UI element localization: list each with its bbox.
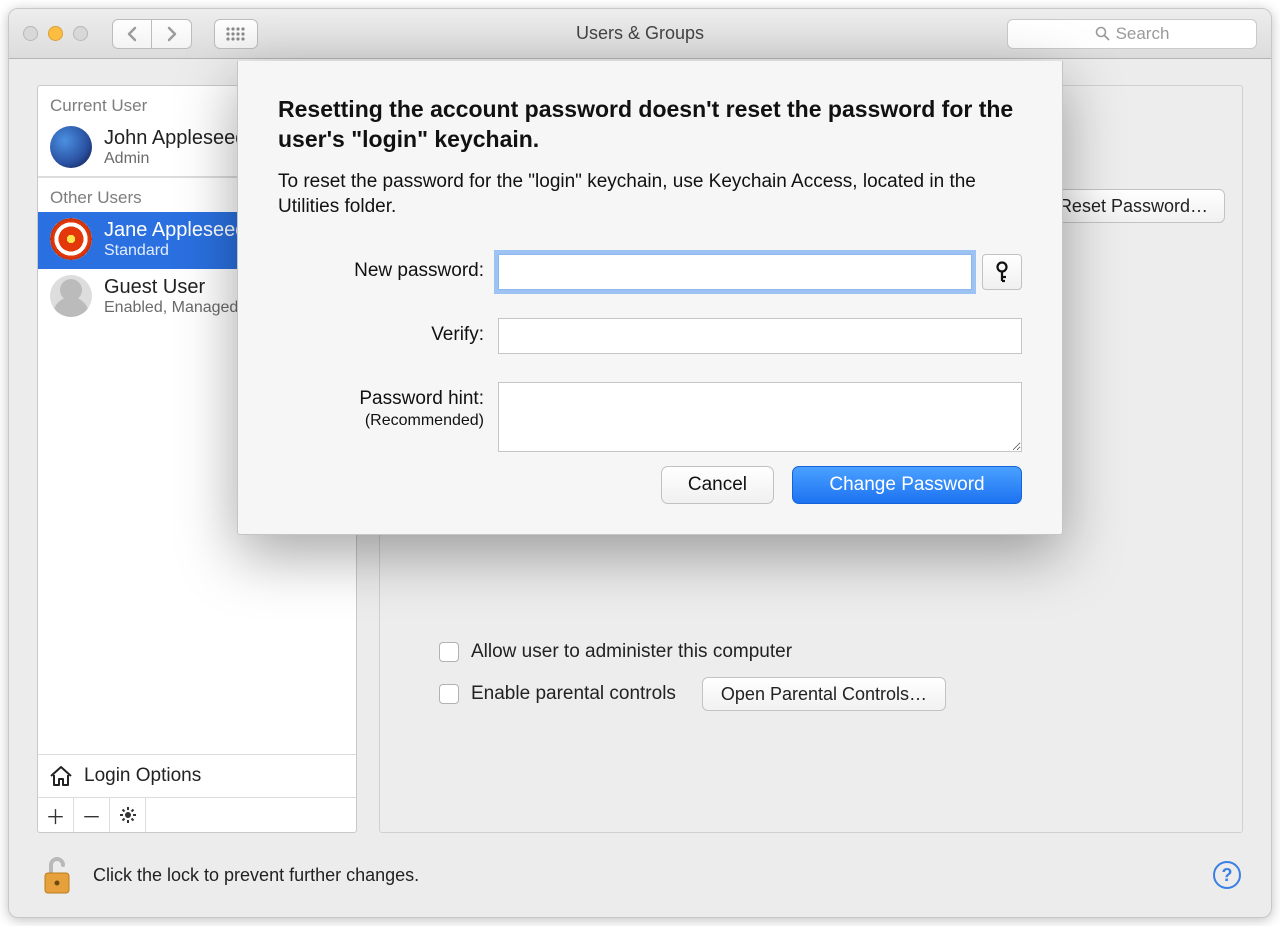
key-icon	[994, 261, 1010, 283]
search-icon	[1095, 26, 1110, 41]
user-name: John Appleseed	[104, 127, 246, 150]
user-role: Admin	[104, 150, 246, 168]
sheet-button-row: Cancel Change Password	[278, 466, 1022, 504]
add-user-button[interactable]: ＋	[38, 798, 74, 832]
allow-admin-label: Allow user to administer this computer	[471, 641, 792, 663]
forward-button[interactable]	[152, 19, 192, 49]
login-options-row[interactable]: Login Options	[38, 754, 356, 797]
password-hint-input[interactable]	[498, 382, 1022, 452]
lock-hint-text: Click the lock to prevent further change…	[93, 865, 419, 886]
verify-password-input[interactable]	[498, 318, 1022, 354]
window-controls	[23, 26, 88, 41]
action-gear-button[interactable]	[110, 798, 146, 832]
window-footer: Click the lock to prevent further change…	[9, 833, 1271, 917]
password-form: New password: Verify:	[278, 254, 1022, 452]
unlocked-lock-icon[interactable]	[39, 853, 75, 897]
sheet-heading: Resetting the account password doesn't r…	[278, 95, 1022, 155]
change-password-button[interactable]: Change Password	[792, 466, 1022, 504]
minimize-window-button[interactable]	[48, 26, 63, 41]
user-role: Standard	[104, 242, 246, 260]
zoom-window-button[interactable]	[73, 26, 88, 41]
enable-parental-label: Enable parental controls	[471, 683, 676, 705]
new-password-row: New password:	[278, 254, 1022, 290]
verify-row: Verify:	[278, 318, 1022, 354]
avatar-silhouette-icon	[50, 275, 92, 317]
password-assistant-button[interactable]	[982, 254, 1022, 290]
user-name: Jane Appleseed	[104, 219, 246, 242]
verify-label: Verify:	[278, 318, 498, 346]
home-icon	[48, 763, 74, 789]
show-all-button[interactable]	[214, 19, 258, 49]
allow-admin-row: Allow user to administer this computer	[439, 641, 946, 663]
avatar-globe-icon	[50, 126, 92, 168]
cancel-button[interactable]: Cancel	[661, 466, 774, 504]
back-button[interactable]	[112, 19, 152, 49]
reset-password-button[interactable]: Reset Password…	[1042, 189, 1225, 223]
titlebar: Users & Groups Search	[9, 9, 1271, 59]
help-button[interactable]: ?	[1213, 861, 1241, 889]
permissions-checkboxes: Allow user to administer this computer E…	[439, 641, 946, 711]
hint-sublabel: (Recommended)	[278, 412, 484, 430]
login-options-label: Login Options	[84, 765, 201, 787]
new-password-label: New password:	[278, 254, 498, 282]
close-window-button[interactable]	[23, 26, 38, 41]
hint-label: Password hint: (Recommended)	[278, 382, 498, 430]
nav-buttons	[112, 19, 192, 49]
allow-admin-checkbox[interactable]	[439, 642, 459, 662]
search-field[interactable]: Search	[1007, 19, 1257, 49]
sheet-subtext: To reset the password for the "login" ke…	[278, 169, 1022, 220]
reset-password-sheet: Resetting the account password doesn't r…	[237, 61, 1063, 535]
remove-user-button[interactable]: －	[74, 798, 110, 832]
hint-row: Password hint: (Recommended)	[278, 382, 1022, 452]
search-placeholder: Search	[1116, 24, 1170, 44]
gear-icon	[119, 806, 137, 824]
sidebar-toolbar: ＋ －	[38, 797, 356, 832]
window-frame: Users & Groups Search Current User John …	[8, 8, 1272, 918]
enable-parental-checkbox[interactable]	[439, 684, 459, 704]
open-parental-controls-button[interactable]: Open Parental Controls…	[702, 677, 946, 711]
parental-controls-row: Enable parental controls Open Parental C…	[439, 677, 946, 711]
avatar-target-icon	[50, 218, 92, 260]
new-password-input[interactable]	[498, 254, 972, 290]
user-role: Enabled, Managed	[104, 299, 238, 317]
user-name: Guest User	[104, 276, 238, 299]
